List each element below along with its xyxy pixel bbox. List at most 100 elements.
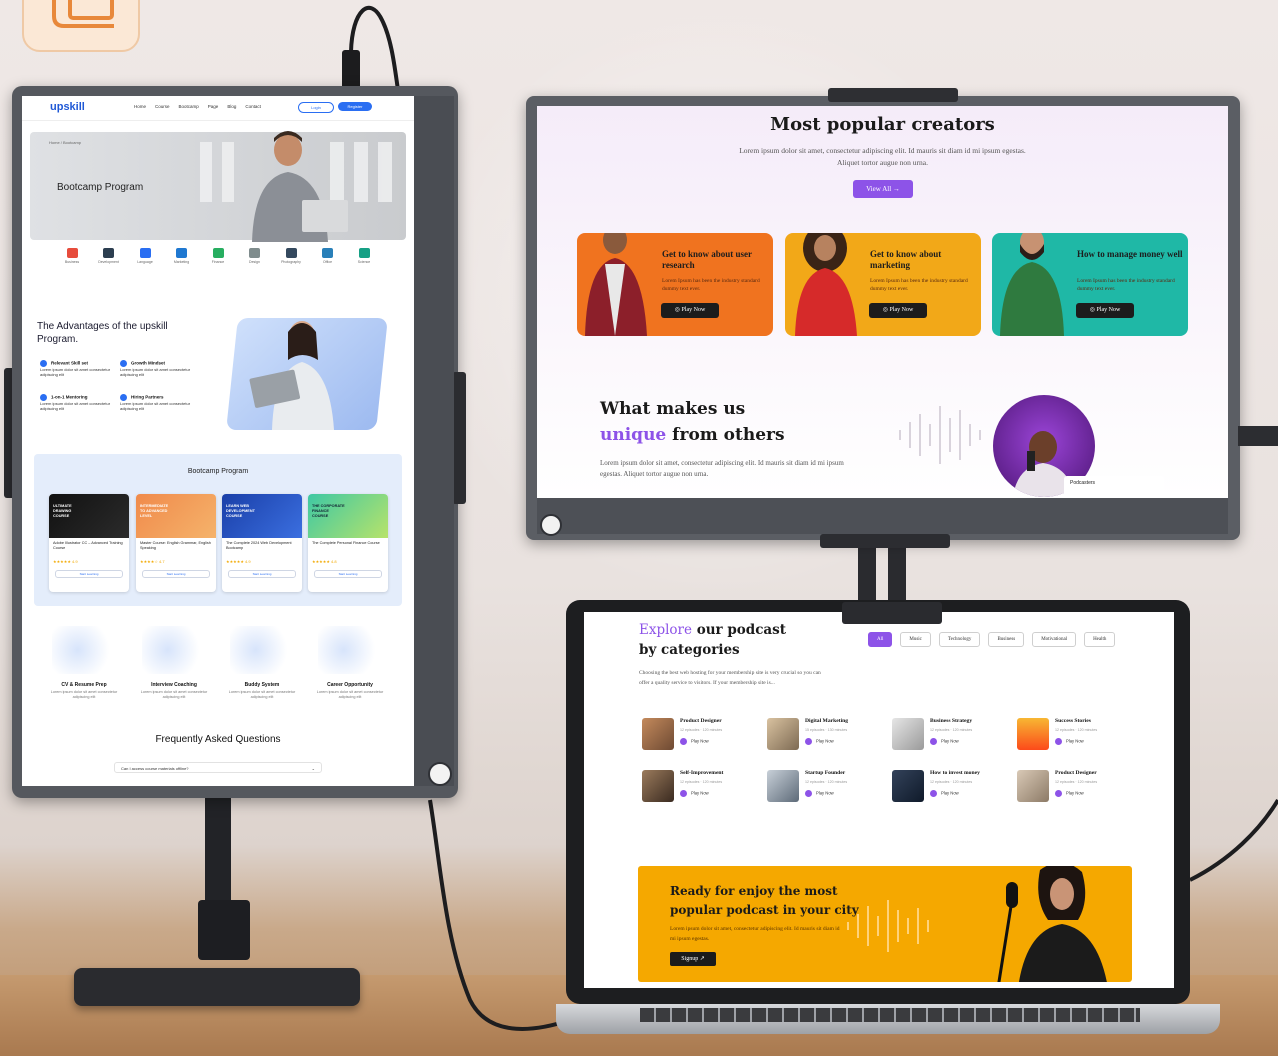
- monitor-control-knob[interactable]: [428, 762, 452, 786]
- course-card[interactable]: ULTIMATE DRAWING COURSE Adobe Illustrato…: [49, 494, 129, 592]
- advantages-title: The Advantages of the upskill Program.: [37, 321, 168, 345]
- chip-all[interactable]: All: [868, 632, 893, 647]
- check-icon: [40, 360, 47, 367]
- section-title: Most popular creators: [770, 114, 995, 135]
- play-now-link[interactable]: Play Now: [805, 738, 834, 745]
- faq-title: Frequently Asked Questions: [155, 734, 281, 745]
- start-learning-button[interactable]: Start Learning: [228, 570, 296, 578]
- podcast-item[interactable]: Self-Improvement 12 episodes · 120 minute…: [642, 770, 752, 804]
- chip-health[interactable]: Health: [1084, 632, 1116, 647]
- view-all-button[interactable]: View All →: [853, 180, 913, 198]
- finance-icon: [212, 248, 224, 258]
- service-item: Interview Coaching Lorem ipsum dolor sit …: [134, 626, 214, 700]
- creator-photo: [585, 233, 647, 336]
- nav-course[interactable]: Course: [155, 104, 170, 109]
- section-subtitle: Lorem ipsum dolor sit amet, consectetur …: [739, 146, 1026, 167]
- play-now-link[interactable]: Play Now: [930, 738, 959, 745]
- flask-icon: [358, 248, 370, 258]
- nav-contact[interactable]: Contact: [245, 104, 261, 109]
- briefcase-icon: [66, 248, 78, 258]
- play-now-button[interactable]: ◎ Play Now: [869, 303, 927, 318]
- nav-home[interactable]: Home: [134, 104, 146, 109]
- play-now-link[interactable]: Play Now: [805, 790, 834, 797]
- feature-item: Hiring Partners Lorem ipsum dolor sit ame…: [120, 394, 191, 411]
- chip-technology[interactable]: Technology: [938, 632, 981, 647]
- category-marketing[interactable]: Marketing: [168, 248, 196, 264]
- play-now-button[interactable]: ◎ Play Now: [1076, 303, 1134, 318]
- play-now-link[interactable]: Play Now: [1055, 738, 1084, 745]
- usb-c-plug: [342, 50, 360, 90]
- play-now-link[interactable]: Play Now: [680, 790, 709, 797]
- start-learning-button[interactable]: Start Learning: [314, 570, 382, 578]
- play-now-link[interactable]: Play Now: [680, 738, 709, 745]
- check-icon: [120, 394, 127, 401]
- creator-card[interactable]: How to manage money well Lorem Ipsum has…: [992, 233, 1188, 336]
- explore-heading: Explore our podcast by categories: [639, 622, 787, 658]
- signup-button[interactable]: Signup ↗: [670, 952, 716, 966]
- course-card[interactable]: INTERMEDIATE TO ADVANCED LEVEL Master Co…: [136, 494, 216, 592]
- service-item: CV & Resume Prep Lorem ipsum dolor sit am…: [44, 626, 124, 700]
- category-design[interactable]: Design: [241, 248, 269, 264]
- podcast-thumbnail: [767, 770, 799, 802]
- podcast-thumbnail: [1017, 770, 1049, 802]
- play-now-link[interactable]: Play Now: [930, 790, 959, 797]
- chip-music[interactable]: Music: [900, 632, 931, 647]
- category-office[interactable]: Office: [314, 248, 342, 264]
- rating-stars: ★★★★★ 4.8: [312, 559, 337, 564]
- check-icon: [120, 360, 127, 367]
- category-language[interactable]: Language: [131, 248, 159, 264]
- service-item: Buddy System Lorem ipsum dolor sit amet c…: [222, 626, 302, 700]
- podcast-item[interactable]: Product Designer 12 episodes · 120 minute…: [1017, 770, 1127, 804]
- creator-card[interactable]: Get to know about marketing Lorem Ipsum …: [785, 233, 981, 336]
- podcast-item[interactable]: How to invest money 12 episodes · 120 min…: [892, 770, 1002, 804]
- chip-motivational[interactable]: Motivational: [1032, 632, 1077, 647]
- category-business[interactable]: Business: [58, 248, 86, 264]
- buddy-illustration: [230, 626, 294, 674]
- sound-wave-graphic: [899, 406, 981, 464]
- chip-business[interactable]: Business: [988, 632, 1025, 647]
- category-development[interactable]: Development: [95, 248, 123, 264]
- podcast-item[interactable]: Digital Marketing 15 episodes · 130 minut…: [767, 718, 877, 752]
- nav-links: Home Course Bootcamp Page Blog Contact: [134, 104, 261, 109]
- course-card[interactable]: LEARN WEB DEVELOPMENT COURSE The Complet…: [222, 494, 302, 592]
- course-card[interactable]: THE CORPORATE FINANCE COURSE The Complet…: [308, 494, 388, 592]
- category-science[interactable]: Science: [350, 248, 378, 264]
- stand-mount: [198, 900, 250, 960]
- brand-logo[interactable]: upskill: [50, 101, 85, 113]
- rating-stars: ★★★★★ 4.9: [226, 559, 251, 564]
- hero-person-image: [252, 131, 348, 242]
- podcast-item[interactable]: Product Designer 12 episodes · 120 minute…: [642, 718, 752, 752]
- podcast-thumbnail: [642, 770, 674, 802]
- explore-description: Choosing the best web hosting for your m…: [639, 670, 821, 686]
- course-thumbnail: THE CORPORATE FINANCE COURSE: [308, 494, 388, 538]
- play-now-link[interactable]: Play Now: [1055, 790, 1084, 797]
- unique-heading: What makes us unique from others: [600, 399, 785, 445]
- category-photography[interactable]: Photography: [277, 248, 305, 264]
- interview-illustration: [142, 626, 206, 674]
- podcast-item[interactable]: Success Stories 12 episodes · 120 minutes…: [1017, 718, 1127, 752]
- podcast-item[interactable]: Startup Founder 12 episodes · 120 minutes…: [767, 770, 877, 804]
- faq-item[interactable]: Can I access course materials offline? ⌄: [114, 762, 322, 773]
- nav-page[interactable]: Page: [208, 104, 219, 109]
- pen-tool-icon: [249, 248, 260, 258]
- chevron-down-icon: ⌄: [311, 766, 315, 771]
- login-button[interactable]: Login: [298, 102, 334, 113]
- start-learning-button[interactable]: Start Learning: [55, 570, 123, 578]
- register-button[interactable]: Register: [338, 102, 372, 111]
- podcast-item[interactable]: Business Strategy 12 episodes · 120 minut…: [892, 718, 1002, 752]
- bootcamp-section-title: Bootcamp Program: [187, 468, 249, 475]
- laptop-keyboard: [640, 1008, 1140, 1022]
- creator-photo: [1000, 233, 1064, 336]
- monitor-control-knob[interactable]: [540, 514, 562, 536]
- play-now-button[interactable]: ◎ Play Now: [661, 303, 719, 318]
- start-learning-button[interactable]: Start Learning: [142, 570, 210, 578]
- portrait-monitor-bezel: [414, 96, 454, 786]
- course-thumbnail: LEARN WEB DEVELOPMENT COURSE: [222, 494, 302, 538]
- student-figure: [249, 321, 334, 430]
- nav-blog[interactable]: Blog: [227, 104, 236, 109]
- creator-card[interactable]: Get to know about user research Lorem Ip…: [577, 233, 773, 336]
- monitor-side-plug: [1238, 426, 1278, 446]
- nav-bootcamp[interactable]: Bootcamp: [179, 104, 199, 109]
- category-finance[interactable]: Finance: [204, 248, 232, 264]
- podcast-thumbnail: [1017, 718, 1049, 750]
